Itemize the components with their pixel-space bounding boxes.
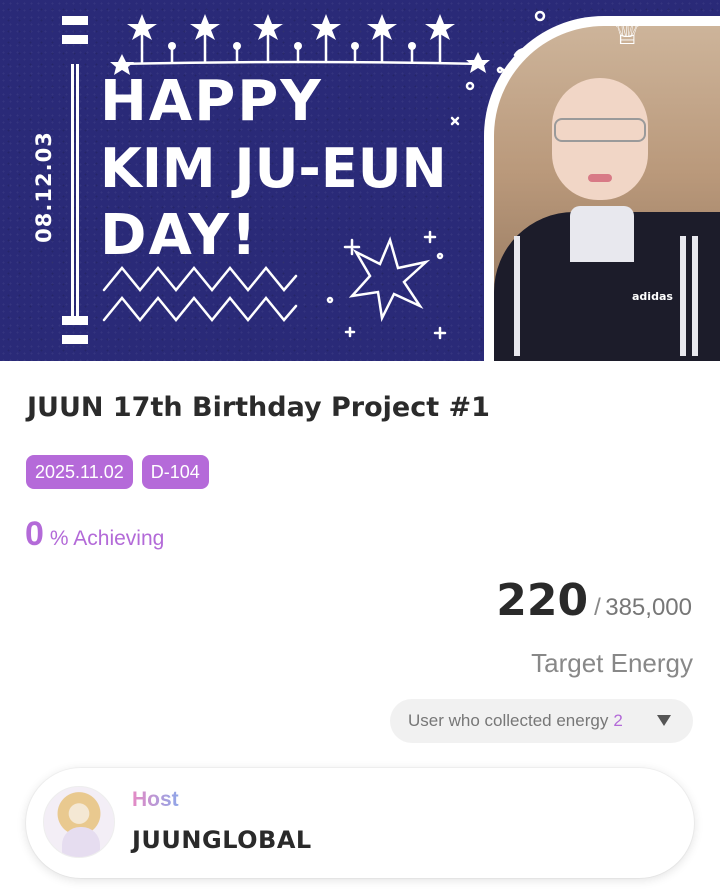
project-title: JUUN 17th Birthday Project #1 [27, 392, 490, 423]
project-tags: 2025.11.02 D-104 [26, 455, 209, 489]
collectors-label: User who collected energy [408, 711, 609, 730]
achievement-status: 0% Achieving [25, 515, 164, 554]
hero-banner: 08.12.03 HAPPY KIM JU-EUN DAY! adidas ♕ [0, 0, 720, 361]
current-energy: 220 [496, 575, 589, 626]
banner-title-line-3: DAY! [100, 203, 259, 268]
banner-title-line-2: KIM JU-EUN [100, 137, 447, 200]
achievement-percent: 0 [25, 515, 44, 553]
dday-badge: D-104 [141, 455, 209, 489]
energy-counter: 220/ 385,000 [496, 575, 692, 626]
achievement-label: % Achieving [49, 527, 165, 550]
banner-photo: adidas ♕ [484, 16, 720, 361]
collectors-count: 2 [613, 711, 623, 730]
crown-icon: ♕ [612, 14, 643, 52]
target-energy-value: 385,000 [605, 594, 692, 621]
host-label: Host [132, 788, 179, 811]
energy-collectors-dropdown[interactable]: User who collected energy 2 [390, 699, 693, 743]
banner-title-line-1: HAPPY [100, 69, 323, 134]
caret-down-icon [657, 715, 671, 726]
host-name: JUUNGLOBAL [132, 826, 312, 854]
host-card[interactable]: Host JUUNGLOBAL [26, 768, 694, 878]
target-energy-label: Target Energy [531, 648, 693, 678]
date-badge: 2025.11.02 [26, 455, 133, 489]
host-avatar [43, 786, 115, 858]
energy-separator: / [594, 594, 601, 621]
jacket-logo: adidas [632, 290, 673, 303]
